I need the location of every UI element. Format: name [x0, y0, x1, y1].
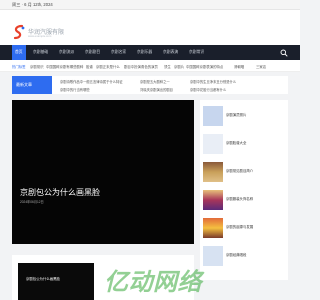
- site-logo[interactable]: 华润汽服有限 www.example.com: [12, 24, 92, 44]
- ticker-item[interactable]: 京剧中的生旦净末丑分别是什么: [190, 79, 236, 84]
- featured-article-title[interactable]: 京剧包公为什么画黑脸: [20, 187, 100, 198]
- sidebar-thumbnail: [203, 162, 223, 182]
- latest-articles-label: 最新文章: [12, 76, 52, 94]
- tag-link[interactable]: 中国国粹京剧有哪些剧种: [46, 64, 83, 69]
- sidebar-thumbnail: [203, 246, 223, 266]
- hot-tags-label: 热门标签: [12, 64, 26, 69]
- tag-link[interactable]: 脸谱: [86, 64, 93, 69]
- sidebar-article[interactable]: 京剧的起源与发展: [200, 216, 288, 242]
- nav-item-6[interactable]: 京剧表演: [160, 45, 181, 60]
- nav-item-4[interactable]: 京剧名家: [108, 45, 129, 60]
- tag-link[interactable]: 须生: [164, 64, 171, 69]
- ticker-item[interactable]: 京剧中的行当有哪些: [60, 87, 90, 92]
- nav-item-3[interactable]: 京剧剧目: [82, 45, 103, 60]
- site-url: www.example.com: [28, 34, 52, 38]
- latest-articles-ticker: 最新文章 京剧诗歌作品中一般五言律诗属于什么特征 京剧是五大剧种之一 京剧中的生…: [12, 76, 288, 94]
- nav-item-7[interactable]: 京剧常识: [186, 45, 207, 60]
- watermark-text: 亿动网络: [104, 268, 202, 296]
- sidebar-article[interactable]: 京剧经典唱段: [200, 244, 288, 270]
- sidebar-article-title[interactable]: 京剧经典唱段: [226, 252, 246, 257]
- tag-link[interactable]: 清朝唱: [234, 64, 244, 69]
- sidebar-thumbnail: [203, 134, 223, 154]
- sidebar-article[interactable]: 京剧常见剧目简介: [200, 160, 288, 186]
- nav-item-2[interactable]: 京剧流派: [56, 45, 77, 60]
- nav-item-home[interactable]: 首页: [12, 45, 26, 60]
- sidebar-thumbnail: [203, 106, 223, 126]
- ticker-item[interactable]: 刘晓庆京剧演出的剧目: [140, 87, 173, 92]
- featured-article-date: 2024年06月12日: [20, 200, 44, 204]
- ticker-item[interactable]: 京剧是五大剧种之一: [140, 79, 170, 84]
- sidebar-article[interactable]: 京剧脸谱大全: [200, 132, 288, 158]
- hot-tags-bar: 热门标签 京剧常识 中国国粹京剧有哪些剧种 脸谱 京剧正末是什么 剧目中扮演角色…: [0, 60, 300, 72]
- tag-link[interactable]: 京剧片: [174, 64, 184, 69]
- main-nav: 首页 京剧基础 京剧流派 京剧剧目 京剧名家 京剧乐器 京剧表演 京剧常识: [0, 45, 300, 60]
- sidebar-article-title[interactable]: 京剧常见剧目简介: [226, 168, 253, 173]
- sidebar-thumbnail: [203, 218, 223, 238]
- sidebar-article[interactable]: 京剧演员照片: [200, 104, 288, 130]
- tag-link[interactable]: 京剧常识: [30, 64, 44, 69]
- nav-item-1[interactable]: 京剧基础: [30, 45, 51, 60]
- top-info-bar: 周三 · 6 月 12th, 2024: [0, 0, 300, 10]
- article-caption[interactable]: 京剧包公为什么画黑脸: [26, 276, 60, 281]
- nav-item-5[interactable]: 京剧乐器: [134, 45, 155, 60]
- sidebar-article-title[interactable]: 京剧脸谱大全: [226, 140, 246, 145]
- tag-link[interactable]: 剧目中扮演角色的演员: [124, 64, 158, 69]
- tag-link[interactable]: 中国国粹京剧表演的特点: [186, 64, 223, 69]
- article-thumbnail[interactable]: 京剧包公为什么画黑脸: [18, 263, 94, 300]
- sidebar-article-title[interactable]: 京剧的起源与发展: [226, 224, 253, 229]
- sidebar-article-title[interactable]: 京剧演员照片: [226, 112, 246, 117]
- tag-link[interactable]: 京剧正末是什么: [96, 64, 120, 69]
- ticker-item[interactable]: 京剧诗歌作品中一般五言律诗属于什么特征: [60, 79, 123, 84]
- site-header: 华润汽服有限 www.example.com: [0, 10, 300, 45]
- current-date: 周三 · 6 月 12th, 2024: [12, 2, 53, 7]
- featured-article[interactable]: 京剧包公为什么画黑脸 2024年06月12日: [12, 100, 194, 244]
- tag-link[interactable]: 三家店: [256, 64, 266, 69]
- ticker-item[interactable]: 京剧中花脸行当都有什么: [190, 87, 226, 92]
- search-icon[interactable]: [280, 49, 288, 57]
- sidebar-article-list: 京剧演员照片 京剧脸谱大全 京剧常见剧目简介 京剧服装头饰名称 京剧的起源与发展…: [200, 100, 288, 280]
- sidebar-thumbnail: [203, 190, 223, 210]
- logo-mark-icon: [13, 24, 25, 40]
- sidebar-article-title[interactable]: 京剧服装头饰名称: [226, 196, 253, 201]
- sidebar-article[interactable]: 京剧服装头饰名称: [200, 188, 288, 214]
